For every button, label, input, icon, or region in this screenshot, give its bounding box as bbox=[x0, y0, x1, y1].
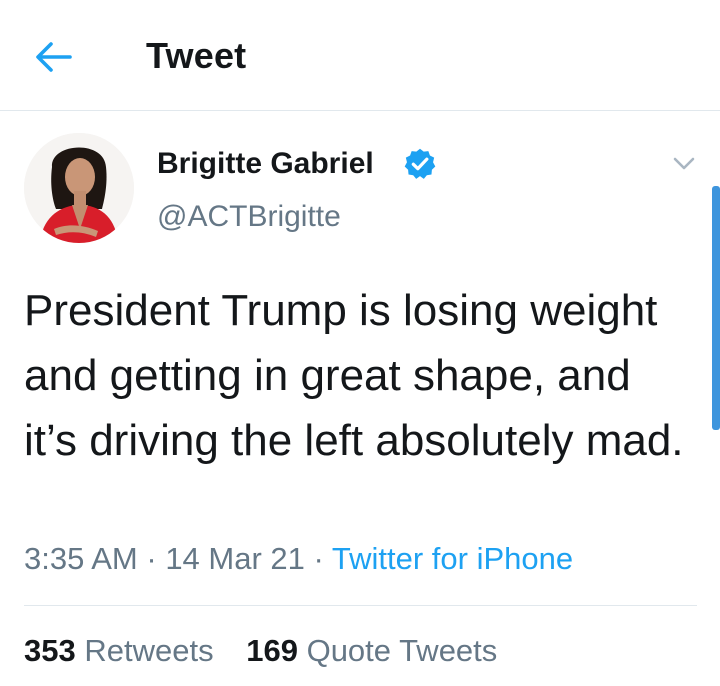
tweet-date: 14 Mar 21 bbox=[165, 541, 305, 576]
tweet-stats: 353 Retweets 169 Quote Tweets bbox=[24, 633, 521, 669]
meta-separator: · bbox=[304, 541, 332, 576]
tweet-source-link[interactable]: Twitter for iPhone bbox=[332, 541, 573, 576]
quote-tweets-label: Quote Tweets bbox=[306, 633, 498, 668]
verified-badge-icon bbox=[404, 148, 436, 179]
profile-photo bbox=[24, 133, 134, 243]
tweet-text: President Trump is losing weight and get… bbox=[24, 286, 684, 465]
tweet-meta: 3:35 AM · 14 Mar 21 · Twitter for iPhone bbox=[24, 541, 573, 577]
divider bbox=[24, 605, 697, 606]
meta-separator: · bbox=[137, 541, 166, 576]
author-handle[interactable]: @ACTBrigitte bbox=[157, 200, 341, 234]
arrow-left-icon bbox=[36, 42, 72, 72]
avatar[interactable] bbox=[24, 133, 134, 243]
quote-tweets-count: 169 bbox=[246, 633, 298, 668]
retweets-stat[interactable]: 353 Retweets bbox=[24, 633, 214, 669]
back-button[interactable] bbox=[28, 30, 84, 86]
retweets-label: Retweets bbox=[84, 633, 214, 668]
top-bar: Tweet bbox=[0, 0, 720, 111]
tweet-detail-page: Tweet Brigitte Gabriel @ACTBrigitte Pres… bbox=[0, 0, 720, 686]
tweet-time: 3:35 AM bbox=[24, 541, 138, 576]
tweet-options-button[interactable] bbox=[664, 148, 704, 180]
scrollbar[interactable] bbox=[712, 186, 720, 430]
quote-tweets-stat[interactable]: 169 Quote Tweets bbox=[246, 633, 497, 669]
page-title: Tweet bbox=[146, 35, 247, 76]
chevron-down-icon bbox=[673, 157, 695, 170]
author-name[interactable]: Brigitte Gabriel bbox=[157, 147, 374, 181]
retweets-count: 353 bbox=[24, 633, 76, 668]
